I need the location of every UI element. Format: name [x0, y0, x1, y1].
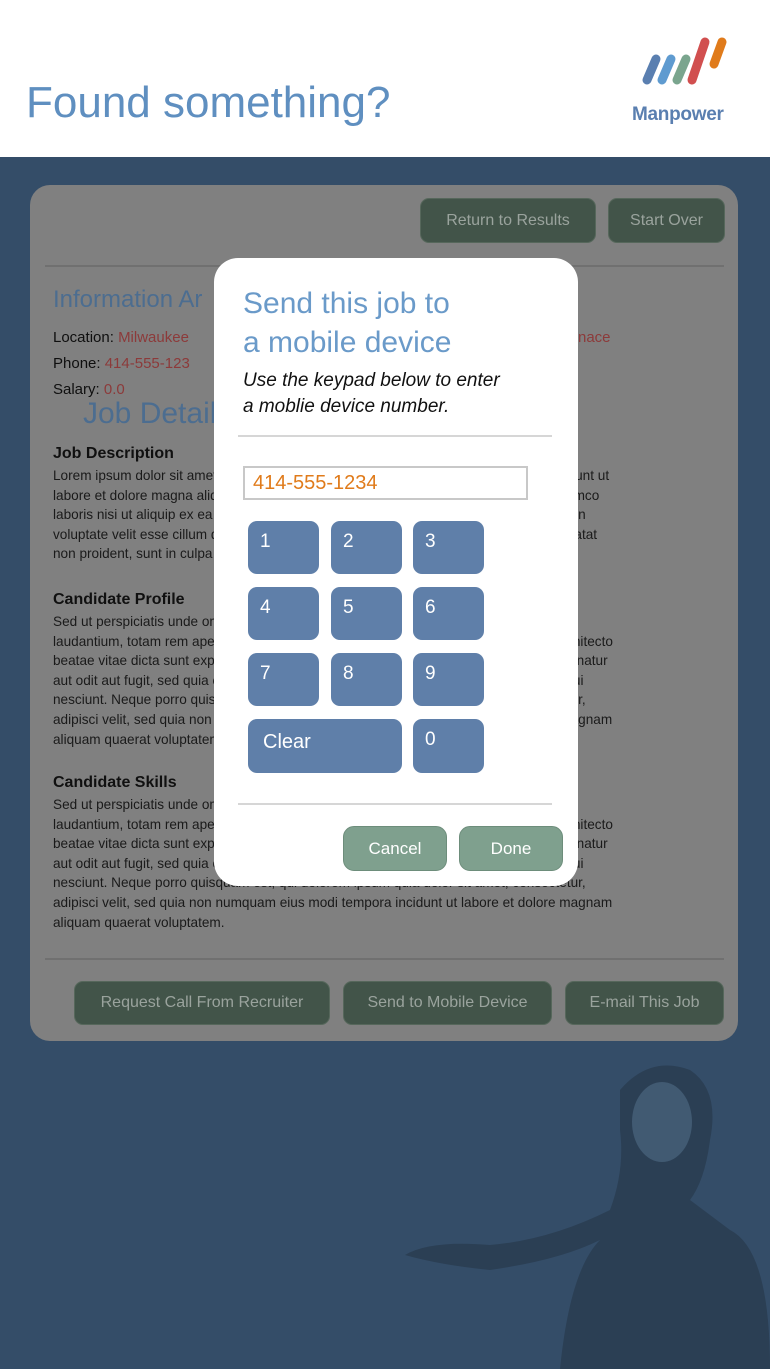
key-3[interactable]: 3: [413, 521, 484, 574]
dialog-title-line: a mobile device: [243, 326, 452, 359]
woman-photo: [405, 1065, 770, 1369]
clear-key[interactable]: Clear: [248, 719, 402, 773]
key-8[interactable]: 8: [331, 653, 402, 706]
key-9[interactable]: 9: [413, 653, 484, 706]
location-label: Location:: [53, 329, 114, 346]
dialog-instructions: Use the keypad below to enter a moblie d…: [243, 368, 500, 420]
start-over-button[interactable]: Start Over: [608, 198, 725, 243]
location-right-value: nace: [578, 329, 611, 346]
section-heading: Job Description: [53, 445, 174, 462]
key-2[interactable]: 2: [331, 521, 402, 574]
header: Found something? Manpower: [0, 0, 770, 157]
instruction-line: a moblie device number.: [243, 396, 450, 417]
salary-value: 0.0: [103, 381, 125, 398]
body-line: adipisci velit, sed quia non numquam eiu…: [53, 894, 613, 910]
body-line: aliquam quaerat voluptatem.: [53, 914, 225, 930]
cancel-button[interactable]: Cancel: [343, 826, 447, 871]
return-to-results-button[interactable]: Return to Results: [420, 198, 596, 243]
salary-row: Salary: 0.0: [53, 381, 125, 398]
key-7[interactable]: 7: [248, 653, 319, 706]
dialog-title: Send this job to a mobile device: [243, 284, 451, 362]
email-job-button[interactable]: E-mail This Job: [565, 981, 724, 1025]
key-1[interactable]: 1: [248, 521, 319, 574]
information-heading: Information Ar: [53, 286, 203, 313]
divider: [45, 958, 724, 960]
done-button[interactable]: Done: [459, 826, 563, 871]
key-5[interactable]: 5: [331, 587, 402, 640]
phone-number-input[interactable]: [243, 466, 528, 500]
section-heading: Candidate Skills: [53, 774, 177, 791]
location-right-fragment: nace: [578, 329, 611, 346]
page-title: Job Detail: [83, 397, 217, 430]
section-heading: Candidate Profile: [53, 591, 185, 608]
brand-name: Manpower: [632, 104, 724, 125]
send-to-mobile-dialog: Send this job to a mobile device Use the…: [214, 258, 578, 886]
divider: [238, 803, 552, 805]
phone-label: Phone:: [53, 355, 101, 372]
key-4[interactable]: 4: [248, 587, 319, 640]
instruction-line: Use the keypad below to enter: [243, 370, 500, 391]
headline: Found something?: [26, 78, 391, 127]
send-to-mobile-button[interactable]: Send to Mobile Device: [343, 981, 552, 1025]
location-row: Location: Milwaukee: [53, 329, 189, 346]
phone-value: 414-555-123: [104, 355, 190, 372]
key-6[interactable]: 6: [413, 587, 484, 640]
request-call-button[interactable]: Request Call From Recruiter: [74, 981, 330, 1025]
key-0[interactable]: 0: [413, 719, 484, 773]
phone-row: Phone: 414-555-123: [53, 355, 190, 372]
dialog-title-line: Send this job to: [243, 287, 450, 320]
location-value: Milwaukee: [118, 329, 189, 346]
salary-label: Salary:: [53, 381, 100, 398]
divider: [238, 435, 552, 437]
